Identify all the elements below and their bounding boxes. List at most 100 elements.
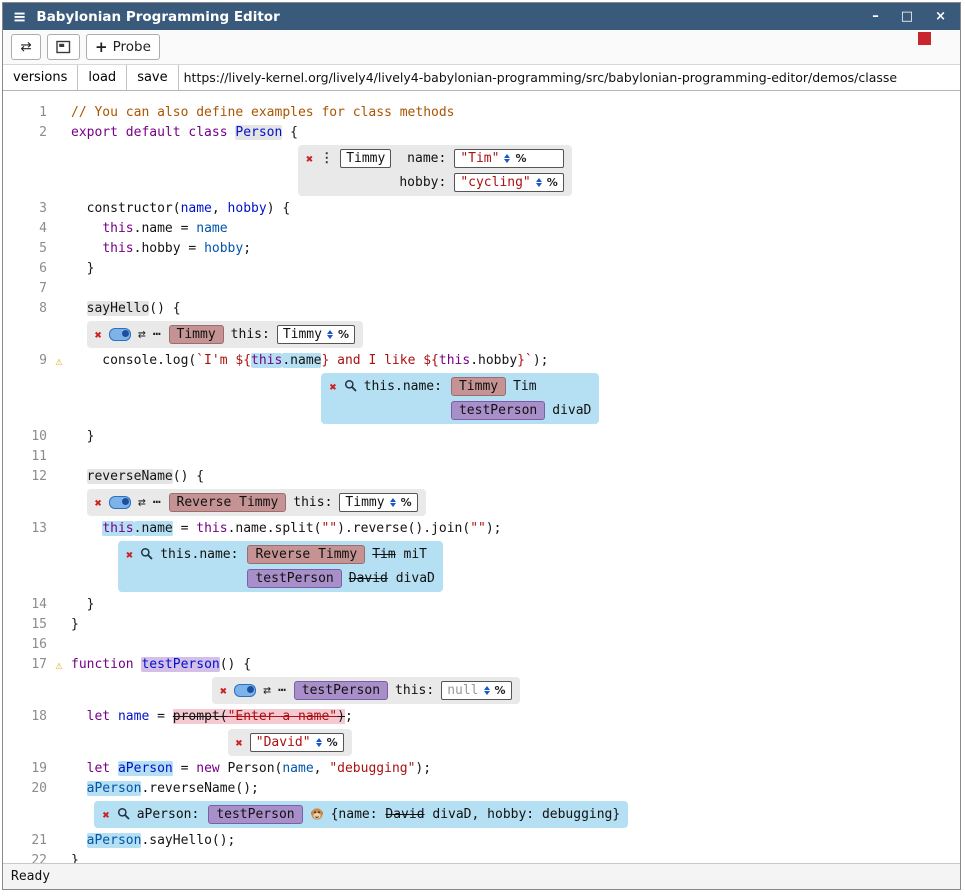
close-button[interactable]: × (935, 9, 946, 24)
stepper-icon[interactable] (390, 498, 396, 507)
window-title: Babylonian Programming Editor (36, 9, 862, 25)
link-icon[interactable]: % (547, 176, 558, 189)
code-line: 8 sayHello() { (3, 299, 960, 319)
close-icon[interactable]: ✖ (126, 548, 133, 562)
line-number: 20 (3, 779, 47, 799)
magnifier-icon[interactable] (140, 547, 153, 562)
probe-value: Tim (513, 379, 536, 394)
load-button[interactable]: load (78, 65, 127, 90)
link-icon[interactable]: % (327, 736, 338, 749)
link-icon[interactable]: % (515, 152, 526, 165)
example-badge[interactable]: testPerson (247, 569, 341, 588)
sync-button[interactable]: ⇄ (11, 34, 41, 60)
code-text: } (71, 595, 94, 615)
swap-arrows-icon: ⇄ (20, 39, 31, 55)
status-text: Ready (11, 869, 50, 884)
stepper-icon[interactable] (504, 154, 510, 163)
value-text: null (447, 683, 478, 698)
stepper-icon[interactable] (536, 178, 542, 187)
line-number: 9 (3, 351, 47, 371)
close-icon[interactable]: ✖ (95, 328, 102, 342)
line-number: 7 (3, 279, 47, 299)
value-box[interactable]: Timmy% (339, 493, 417, 512)
probe-label: this.name: (364, 379, 442, 394)
value-box[interactable]: null% (441, 681, 511, 700)
magnifier-icon[interactable] (117, 807, 130, 822)
example-widget: ✖⋮Timmyname:"Tim"%hobby:"cycling"% (298, 145, 572, 196)
value-box[interactable]: "David"% (250, 733, 344, 752)
line-number: 14 (3, 595, 47, 615)
example-badge[interactable]: Timmy (169, 325, 224, 344)
minimize-button[interactable]: – (872, 9, 879, 24)
probe-widget: ✖this.name:Reverse TimmyTim miTtestPerso… (118, 541, 443, 592)
code-editor[interactable]: 1// You can also define examples for cla… (3, 91, 960, 863)
code-line: 16 (3, 635, 960, 655)
value-box[interactable]: "cycling"% (454, 173, 563, 192)
close-icon[interactable]: ✖ (306, 152, 313, 166)
value-box[interactable]: Timmy% (277, 325, 355, 344)
example-badge[interactable]: Reverse Timmy (247, 545, 365, 564)
stepper-icon[interactable] (327, 330, 333, 339)
more-options-icon[interactable]: ⋯ (153, 495, 162, 510)
url-input[interactable] (179, 65, 960, 90)
widget-row: ✖this.name:Reverse TimmyTim miTtestPerso… (3, 539, 960, 595)
widget-row: ✖ "David"% (3, 727, 960, 759)
save-button[interactable]: save (127, 65, 178, 90)
line-number: 4 (3, 219, 47, 239)
value-box[interactable]: "Tim"% (454, 149, 563, 168)
example-name-box[interactable]: Timmy (340, 149, 391, 168)
close-icon[interactable]: ✖ (329, 380, 336, 394)
add-probe-label: Probe (113, 39, 151, 55)
swap-arrows-icon[interactable]: ⇄ (138, 495, 146, 510)
link-icon[interactable]: % (401, 496, 412, 509)
example-badge[interactable]: Timmy (451, 377, 506, 396)
probe-label: aPerson: (137, 807, 200, 822)
link-icon[interactable]: % (338, 328, 349, 341)
toggle-icon[interactable] (109, 328, 131, 341)
drag-handle-icon[interactable]: ⋮ (320, 151, 333, 166)
widget-row: ✖this.name:TimmyTimtestPersondivaD (3, 371, 960, 427)
navbar: versions load save (3, 64, 960, 91)
close-icon[interactable]: ✖ (236, 736, 243, 750)
line-number: 8 (3, 299, 47, 319)
more-options-icon[interactable]: ⋯ (278, 683, 287, 698)
code-line: 20 aPerson.reverseName(); (3, 779, 960, 799)
close-icon[interactable]: ✖ (102, 808, 109, 822)
example-badge[interactable]: testPerson (451, 401, 545, 420)
magnifier-icon[interactable] (344, 379, 357, 394)
swap-arrows-icon[interactable]: ⇄ (138, 327, 146, 342)
line-number: 13 (3, 519, 47, 539)
link-icon[interactable]: % (495, 684, 506, 697)
toggle-icon[interactable] (234, 684, 256, 697)
this-label: this: (395, 683, 434, 698)
toolbar: ⇄ + Probe (3, 30, 960, 64)
line-number: 22 (3, 851, 47, 863)
menu-icon[interactable]: ≡ (13, 7, 26, 26)
example-badge[interactable]: Reverse Timmy (169, 493, 287, 512)
stepper-icon[interactable] (484, 686, 490, 695)
close-icon[interactable]: ✖ (220, 684, 227, 698)
line-number: 2 (3, 123, 47, 143)
example-badge[interactable]: testPerson (208, 805, 302, 824)
code-line: 17⚠function testPerson() { (3, 655, 960, 675)
more-options-icon[interactable]: ⋯ (153, 327, 162, 342)
code-line: 2export default class Person { (3, 123, 960, 143)
code-text: console.log(`I'm ${this.name} and I like… (71, 351, 548, 371)
versions-button[interactable]: versions (3, 65, 78, 90)
add-probe-button[interactable]: + Probe (86, 34, 160, 60)
annotation-frame-button[interactable] (47, 34, 80, 60)
example-widget: ✖ ⇄ ⋯ testPerson this: null% (212, 677, 520, 704)
plus-icon: + (95, 38, 108, 56)
example-badge[interactable]: testPerson (294, 681, 388, 700)
code-line: 7 (3, 279, 960, 299)
code-text: this.name = this.name.split("").reverse(… (71, 519, 502, 539)
close-icon[interactable]: ✖ (95, 496, 102, 510)
code-text: } (71, 851, 79, 863)
stepper-icon[interactable] (316, 738, 322, 747)
swap-arrows-icon[interactable]: ⇄ (263, 683, 271, 698)
toggle-icon[interactable] (109, 496, 131, 509)
maximize-button[interactable]: □ (901, 9, 913, 24)
line-number: 12 (3, 467, 47, 487)
line-number: 15 (3, 615, 47, 635)
line-number: 19 (3, 759, 47, 779)
